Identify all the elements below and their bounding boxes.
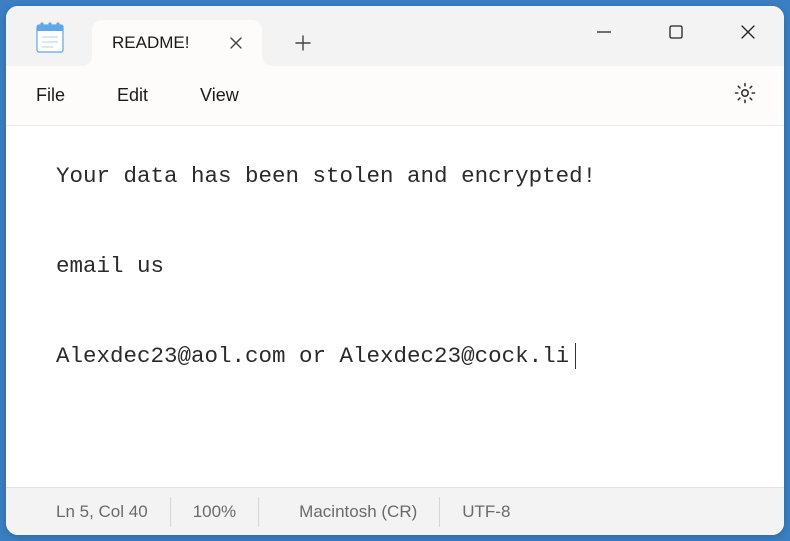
status-line-ending[interactable]: Macintosh (CR) — [277, 497, 440, 527]
close-window-button[interactable] — [712, 6, 784, 58]
settings-button[interactable] — [724, 75, 766, 117]
menu-edit[interactable]: Edit — [95, 75, 170, 116]
content-line-3: Alexdec23@aol.com or Alexdec23@cock.li — [56, 343, 569, 369]
status-cursor-position[interactable]: Ln 5, Col 40 — [30, 497, 171, 527]
content-line-2: email us — [56, 253, 164, 279]
titlebar: README! — [6, 6, 784, 66]
notepad-window: README! File Edit View — [6, 6, 784, 535]
text-caret — [575, 343, 576, 369]
status-zoom[interactable]: 100% — [171, 497, 259, 527]
window-controls — [568, 6, 784, 58]
content-line-1: Your data has been stolen and encrypted! — [56, 163, 596, 189]
notepad-app-icon — [32, 18, 68, 54]
status-encoding[interactable]: UTF-8 — [440, 497, 532, 527]
menubar: File Edit View — [6, 66, 784, 126]
minimize-button[interactable] — [568, 6, 640, 58]
document-tab[interactable]: README! — [92, 20, 262, 66]
new-tab-button[interactable] — [280, 20, 326, 66]
menu-file[interactable]: File — [14, 75, 87, 116]
maximize-button[interactable] — [640, 6, 712, 58]
statusbar: Ln 5, Col 40 100% Macintosh (CR) UTF-8 — [6, 487, 784, 535]
gear-icon — [733, 81, 757, 110]
text-editor-area[interactable]: Your data has been stolen and encrypted!… — [6, 126, 784, 487]
tab-title: README! — [112, 33, 208, 53]
menu-view[interactable]: View — [178, 75, 261, 116]
tab-close-button[interactable] — [222, 29, 250, 57]
